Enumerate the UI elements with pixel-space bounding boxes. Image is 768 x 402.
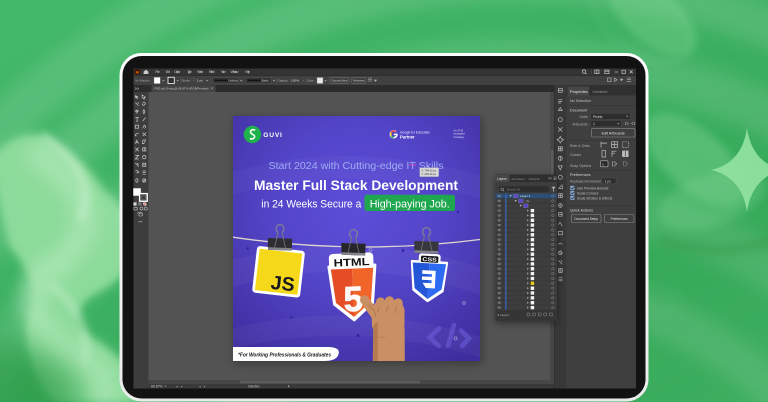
svg-text:Document Setup: Document Setup (574, 217, 598, 221)
svg-text:Partner: Partner (400, 135, 415, 140)
svg-text:Preferences: Preferences (570, 173, 591, 177)
svg-text:66.67%: 66.67% (151, 385, 163, 389)
svg-text:>: > (303, 79, 305, 83)
svg-text:Ai: Ai (136, 70, 140, 74)
svg-text:Basic: Basic (262, 79, 270, 83)
svg-text:Start 2024 with Cutting-edge I: Start 2024 with Cutting-edge IT Skills (269, 161, 444, 172)
svg-text:GUVI: GUVI (263, 132, 282, 139)
svg-text:View: View (221, 70, 226, 74)
svg-text:Document: Document (570, 108, 588, 112)
svg-text:PSD ad-19.svg @ 66.67 % (RGB/P: PSD ad-19.svg @ 66.67 % (RGB/Preview) (155, 87, 209, 91)
svg-text:JS: JS (270, 272, 296, 297)
svg-text:1 pt: 1 pt (197, 79, 203, 83)
svg-text:Use Preview Bounds: Use Preview Bounds (577, 186, 609, 190)
svg-text:Layer 1: Layer 1 (520, 194, 531, 198)
svg-text:Type: Type (187, 70, 192, 74)
svg-text:High-paying Job.: High-paying Job. (370, 199, 450, 211)
svg-text:Preferences: Preferences (353, 79, 365, 83)
svg-text:*For Working Professionals & G: *For Working Professionals & Graduates (238, 353, 331, 359)
svg-text:Snap Options: Snap Options (570, 164, 591, 168)
svg-text:Properties: Properties (570, 89, 588, 94)
svg-text:Pixels: Pixels (593, 115, 603, 119)
svg-text:Asset Export: Asset Export (512, 177, 525, 181)
svg-text:Selection: Selection (248, 385, 260, 389)
svg-text:Document Setup: Document Setup (332, 79, 348, 83)
svg-text:5 Layers: 5 Layers (498, 313, 510, 317)
svg-text:Master Full Stack Development: Master Full Stack Development (254, 177, 458, 193)
svg-text:CSS: CSS (422, 257, 437, 264)
svg-text:Preferences: Preferences (611, 217, 629, 221)
svg-text:No Selection: No Selection (136, 79, 150, 83)
svg-text:Effect: Effect (209, 70, 216, 74)
svg-text:Artboards:: Artboards: (572, 122, 588, 126)
svg-text:Search All: Search All (507, 188, 521, 192)
svg-text:Libraries: Libraries (593, 89, 608, 94)
svg-text:<G...: <G... (525, 199, 532, 203)
svg-text:File: File (155, 70, 160, 74)
svg-text:Units:: Units: (580, 115, 589, 119)
svg-text:Uniform: Uniform (229, 79, 239, 83)
svg-text:Layers: Layers (497, 177, 507, 181)
svg-text:Company: Company (454, 136, 465, 139)
svg-text:Y: 203.34 px: Y: 203.34 px (421, 172, 437, 176)
svg-text:1·: 1· (602, 162, 605, 166)
svg-text:Scale Strokes & Effects: Scale Strokes & Effects (577, 196, 613, 200)
svg-text:in 24 Weeks Secure a: in 24 Weeks Secure a (261, 199, 361, 211)
svg-text:Select: Select (197, 70, 204, 74)
svg-text:1: 1 (593, 122, 595, 126)
svg-text:Opacity:: Opacity: (278, 79, 289, 83)
svg-text:100%: 100% (291, 79, 299, 83)
svg-text:Edit Artboards: Edit Artboards (602, 131, 625, 135)
svg-text:Keyboard Increment:: Keyboard Increment: (570, 179, 602, 183)
svg-text:Object: Object (174, 70, 181, 74)
svg-text:Quick Actions: Quick Actions (570, 209, 593, 213)
svg-text:Artboards: Artboards (529, 177, 540, 181)
svg-text:Guides: Guides (570, 153, 581, 157)
svg-text:1 px: 1 px (605, 179, 612, 183)
svg-text:Scale Corners: Scale Corners (577, 191, 599, 195)
svg-text:X: 794.02 px: X: 794.02 px (421, 169, 437, 173)
svg-text:HTML: HTML (333, 256, 370, 270)
svg-text:Style:: Style: (307, 79, 315, 83)
svg-text:Help: Help (245, 70, 250, 74)
svg-text:Stroke:: Stroke: (182, 79, 191, 83)
svg-text:Window: Window (231, 70, 239, 74)
svg-text:Rule & Grids: Rule & Grids (570, 144, 590, 148)
svg-text:No Selection: No Selection (570, 99, 591, 103)
